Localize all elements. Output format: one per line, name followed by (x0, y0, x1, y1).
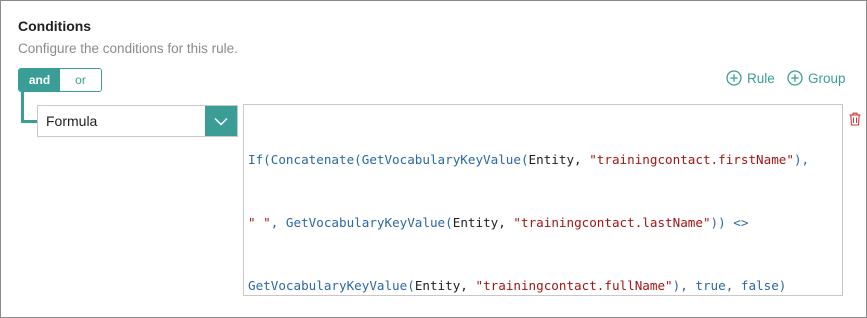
condition-type-value: Formula (46, 113, 98, 129)
plus-circle-icon (726, 70, 742, 86)
tree-connector-vertical (21, 92, 24, 123)
section-subtitle: Configure the conditions for this rule. (18, 41, 238, 56)
add-group-label: Group (808, 70, 846, 86)
formula-token: )) <> (710, 215, 749, 230)
formula-editor[interactable]: If(Concatenate(GetVocabularyKeyValue(Ent… (243, 104, 843, 296)
plus-circle-icon (787, 70, 803, 86)
chevron-down-icon (214, 117, 228, 126)
formula-token: GetVocabularyKeyValue( (248, 278, 415, 293)
add-group-button[interactable]: Group (787, 70, 846, 86)
add-rule-label: Rule (747, 70, 775, 86)
formula-token: " " (248, 215, 271, 230)
tree-connector-horizontal (21, 120, 37, 123)
formula-token: Entity, (452, 215, 514, 230)
formula-token: If(Concatenate(GetVocabularyKeyValue( (248, 152, 529, 167)
formula-token: Entity, (528, 152, 590, 167)
formula-line: GetVocabularyKeyValue(Entity, "trainingc… (248, 275, 838, 295)
condition-type-select[interactable]: Formula (37, 105, 238, 137)
formula-token: ), (793, 152, 810, 167)
formula-token: ), true, false) (672, 278, 787, 293)
formula-token: , GetVocabularyKeyValue( (270, 215, 453, 230)
trash-icon[interactable] (849, 112, 861, 126)
conditions-panel: Conditions Configure the conditions for … (0, 0, 867, 318)
formula-line: " ", GetVocabularyKeyValue(Entity, "trai… (248, 212, 838, 233)
formula-token: Entity, (414, 278, 476, 293)
formula-line: If(Concatenate(GetVocabularyKeyValue(Ent… (248, 149, 838, 170)
select-dropdown-button[interactable] (205, 106, 237, 136)
add-rule-button[interactable]: Rule (726, 70, 775, 86)
formula-token: "trainingcontact.firstName" (589, 152, 794, 167)
section-title: Conditions (18, 18, 92, 34)
operator-toggle: and or (18, 68, 102, 92)
operator-and-button[interactable]: and (19, 69, 60, 91)
formula-token: "trainingcontact.fullName" (475, 278, 673, 293)
formula-token: "trainingcontact.lastName" (513, 215, 711, 230)
operator-or-button[interactable]: or (60, 69, 101, 91)
